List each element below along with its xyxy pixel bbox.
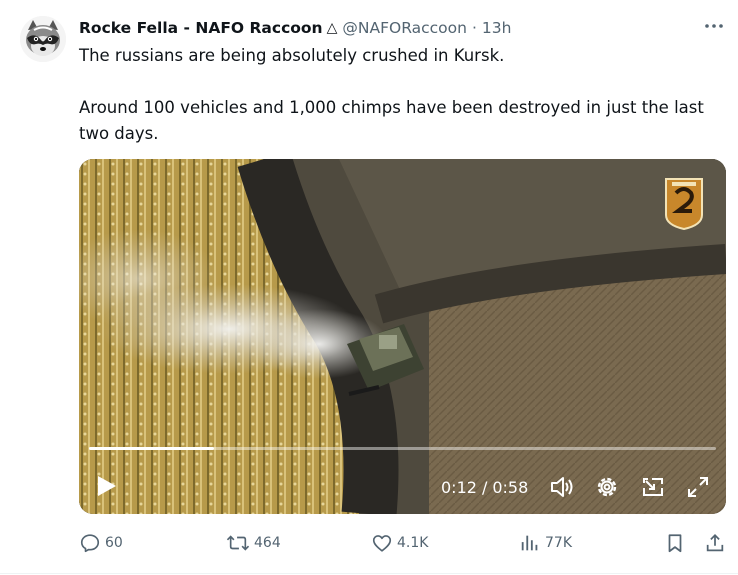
time-separator: / bbox=[481, 477, 488, 497]
raccoon-avatar-icon bbox=[20, 16, 66, 62]
repost-count: 464 bbox=[254, 535, 281, 551]
reply-button[interactable]: 60 bbox=[79, 531, 123, 555]
play-icon bbox=[98, 476, 116, 496]
more-icon bbox=[705, 24, 723, 28]
views-button[interactable]: 77K bbox=[519, 531, 572, 555]
fullscreen-icon bbox=[688, 477, 708, 497]
divider bbox=[0, 573, 738, 574]
picture-in-picture-button[interactable] bbox=[640, 474, 666, 500]
settings-button[interactable] bbox=[594, 474, 620, 500]
reply-icon bbox=[80, 534, 100, 553]
play-button[interactable] bbox=[93, 473, 119, 499]
fullscreen-button[interactable] bbox=[685, 474, 711, 500]
separator-dot: · bbox=[471, 19, 477, 37]
bookmark-button[interactable] bbox=[664, 531, 686, 555]
video-progress-bar[interactable] bbox=[89, 447, 716, 450]
video-timecode: 0:12 / 0:58 bbox=[441, 475, 528, 499]
unit-badge-icon bbox=[665, 178, 703, 231]
video-progress-fill bbox=[89, 447, 215, 450]
views-chart-icon bbox=[521, 535, 538, 551]
video-player[interactable]: 0:12 / 0:58 bbox=[79, 159, 726, 514]
tweet-text-line-1: The russians are being absolutely crushe… bbox=[79, 46, 505, 65]
like-button[interactable]: 4.1K bbox=[371, 531, 428, 555]
repost-icon bbox=[226, 535, 250, 551]
tweet-header: Rocke Fella - NAFO Raccoon △ @NAFORaccoo… bbox=[79, 17, 726, 39]
video-frame bbox=[79, 159, 726, 514]
duration: 0:58 bbox=[492, 477, 529, 497]
tweet-text-line-2: Around 100 vehicles and 1,000 chimps hav… bbox=[79, 98, 704, 143]
heart-icon bbox=[372, 535, 392, 552]
reply-count: 60 bbox=[105, 535, 123, 551]
share-icon bbox=[706, 533, 724, 552]
more-options-button[interactable]: ••• bbox=[702, 14, 726, 38]
current-time: 0:12 bbox=[441, 477, 477, 497]
volume-icon bbox=[551, 477, 573, 497]
verified-triangle-icon: △ bbox=[326, 20, 338, 36]
tweet-actions: 60 464 4.1K 77K bbox=[79, 531, 729, 555]
picture-in-picture-icon bbox=[643, 478, 663, 496]
timestamp[interactable]: 13h bbox=[482, 19, 512, 37]
volume-button[interactable] bbox=[549, 474, 575, 500]
display-name[interactable]: Rocke Fella - NAFO Raccoon bbox=[79, 19, 323, 37]
user-handle[interactable]: @NAFORaccoon bbox=[342, 19, 467, 37]
settings-icon bbox=[597, 477, 617, 497]
repost-button[interactable]: 464 bbox=[226, 531, 281, 555]
bookmark-icon bbox=[668, 534, 682, 553]
view-count: 77K bbox=[545, 535, 572, 551]
tweet-text: The russians are being absolutely crushe… bbox=[79, 43, 729, 147]
avatar[interactable] bbox=[20, 16, 66, 62]
share-button[interactable] bbox=[704, 531, 726, 555]
like-count: 4.1K bbox=[397, 535, 429, 551]
tweet-card[interactable]: Rocke Fella - NAFO Raccoon △ @NAFORaccoo… bbox=[0, 0, 738, 575]
